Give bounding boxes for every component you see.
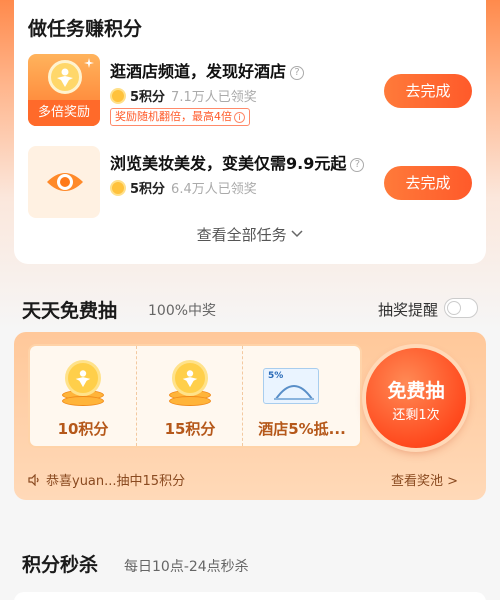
info-icon[interactable]: i — [234, 112, 245, 123]
claimed-count: 7.1万人已领奖 — [171, 90, 257, 105]
coin-person-icon: 多倍奖励 — [28, 54, 100, 126]
task-title: 浏览美妆美发，变美仅需9.9元起? — [110, 150, 365, 174]
hotel-coupon-icon: 5% — [263, 368, 319, 404]
points-value: 5积分 — [130, 182, 166, 197]
lottery-card: 10积分 15积分 5% 酒店5%抵... 免费抽 还剩1次 恭喜yuan...… — [14, 332, 486, 500]
winner-ticker: 恭喜yuan...抽中15积分 — [28, 470, 185, 489]
points-coin-icon — [110, 87, 126, 104]
help-icon[interactable]: ? — [290, 66, 305, 80]
task-points: 5积分 6.4万人已领奖 — [110, 178, 257, 197]
prize-label: 15积分 — [164, 420, 216, 438]
lottery-title: 天天免费抽 — [22, 300, 118, 322]
prize-label: 10积分 — [57, 420, 109, 438]
lottery-header: 天天免费抽 100%中奖 抽奖提醒 — [22, 296, 478, 322]
prize-label: 酒店5%抵... — [258, 420, 346, 438]
prize-item: 10积分 — [30, 346, 136, 446]
lottery-reminder-toggle[interactable] — [444, 298, 478, 318]
help-icon[interactable]: ? — [350, 158, 365, 172]
complete-task-button[interactable]: 去完成 — [384, 74, 472, 108]
view-prize-pool-link[interactable]: 查看奖池 > — [391, 470, 458, 489]
prize-list: 10积分 15积分 5% 酒店5%抵... — [28, 344, 362, 448]
task-item: 浏览美妆美发，变美仅需9.9元起? 5积分 6.4万人已领奖 去完成 — [28, 146, 472, 218]
view-all-tasks-link[interactable]: 查看全部任务 — [14, 224, 486, 245]
seckill-subtitle: 每日10点-24点秒杀 — [124, 559, 249, 575]
task-title: 逛酒店频道，发现好酒店? — [110, 58, 305, 82]
seckill-title: 积分秒杀 — [22, 554, 99, 576]
prize-item: 15积分 — [136, 346, 242, 446]
claimed-count: 6.4万人已领奖 — [171, 182, 257, 197]
free-draw-button[interactable]: 免费抽 还剩1次 — [366, 348, 466, 448]
task-card: 做任务赚积分 多倍奖励 逛酒店频道，发现好酒店? 5积分 7.1万人已领奖 奖励… — [14, 0, 486, 264]
coin-stack-icon — [169, 360, 211, 406]
speaker-icon — [28, 473, 39, 486]
points-value: 5积分 — [130, 90, 166, 105]
chevron-down-icon — [291, 230, 303, 238]
complete-task-button[interactable]: 去完成 — [384, 166, 472, 200]
coin-stack-icon — [62, 360, 104, 406]
task-points: 5积分 7.1万人已领奖 — [110, 86, 257, 105]
points-coin-icon — [110, 179, 126, 196]
tasks-section-title: 做任务赚积分 — [28, 18, 143, 40]
reward-tag: 奖励随机翻倍，最高4倍 i — [110, 108, 250, 126]
winner-text: 恭喜yuan...抽中15积分 — [46, 474, 186, 489]
lottery-subtitle: 100%中奖 — [148, 303, 217, 319]
remaining-draws: 还剩1次 — [392, 408, 440, 423]
eye-icon — [28, 146, 100, 218]
view-all-label: 查看全部任务 — [196, 226, 287, 244]
seckill-list-top — [14, 592, 486, 600]
prize-item: 5% 酒店5%抵... — [242, 346, 360, 446]
free-draw-label: 免费抽 — [387, 380, 445, 402]
multiplier-badge: 多倍奖励 — [28, 100, 100, 126]
lottery-reminder-label: 抽奖提醒 — [377, 301, 438, 319]
task-item: 多倍奖励 逛酒店频道，发现好酒店? 5积分 7.1万人已领奖 奖励随机翻倍，最高… — [28, 54, 472, 126]
